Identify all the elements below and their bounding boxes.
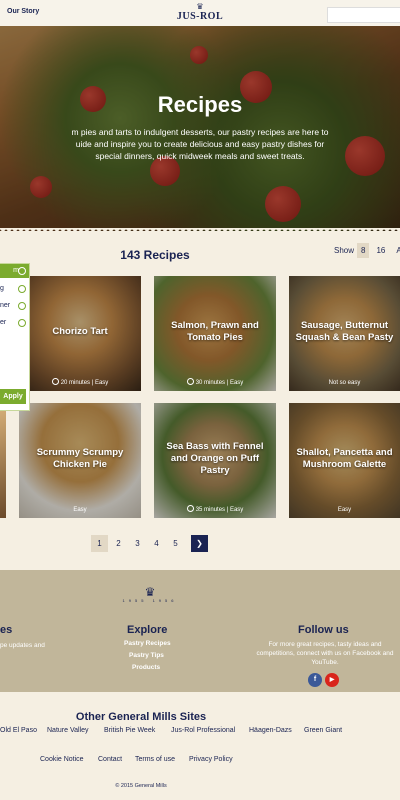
recipe-meta-text: 35 minutes | Easy	[195, 507, 244, 513]
hero-description-line: uide and inspire you to create delicious…	[75, 139, 325, 149]
filter-item-label: g	[0, 285, 4, 292]
hero-description-line: special dinners, quick midweek meals and…	[95, 151, 305, 161]
page-5[interactable]: 5	[167, 535, 184, 552]
radio-circle-icon	[18, 302, 26, 310]
recipe-card[interactable]: Shallot, Pancetta and Mushroom Galette E…	[289, 403, 400, 518]
clock-icon	[186, 378, 194, 385]
footer-link-pastry-tips[interactable]: Pastry Tips	[129, 652, 164, 659]
site-link-green-giant[interactable]: Green Giant	[304, 727, 342, 734]
recipe-title: Shallot, Pancetta and Mushroom Galette	[296, 447, 393, 470]
jusrol-logo[interactable]: ♛ JUS-ROL	[176, 3, 224, 23]
search-input[interactable]	[327, 7, 400, 23]
recipe-meta: Easy	[337, 507, 352, 513]
recipe-meta: 30 minutes | Easy	[154, 378, 276, 386]
recipe-title: Chorizo Tart	[52, 326, 108, 337]
site-link-nature-valley[interactable]: Nature Valley	[47, 727, 89, 734]
filter-item-selected[interactable]: m	[0, 264, 29, 278]
badge-years: 1955 1956	[118, 598, 182, 603]
footer-follow-text-line: competitions, connect with us on Faceboo…	[256, 650, 394, 657]
show-option-16[interactable]: 16	[372, 243, 389, 258]
pagination: 1 2 3 4 5 ❯	[91, 535, 210, 552]
recipe-card[interactable]: Scrummy Scrumpy Chicken Pie Easy	[19, 403, 141, 518]
other-sites-title: Other General Mills Sites	[75, 711, 207, 723]
site-link-jusrol-professional[interactable]: Jus-Rol Professional	[171, 727, 235, 734]
hero-description-line: m pies and tarts to indulgent desserts, …	[71, 127, 329, 137]
site-link-old-el-paso[interactable]: Old El Paso	[0, 727, 37, 734]
footer-follow-text: For more great recipes, tasty ideas and …	[240, 640, 400, 667]
footer-follow-heading: Follow us	[298, 624, 349, 636]
filter-item-label: ner	[0, 302, 11, 309]
recipe-title: Sausage, Butternut Squash & Bean Pasty	[295, 320, 394, 343]
footer-explore-heading: Explore	[127, 624, 168, 636]
filter-item[interactable]: ner	[0, 302, 29, 312]
site-header: Our Story ♛ JUS-ROL	[0, 0, 400, 27]
filter-item-label: er	[0, 319, 7, 326]
youtube-icon[interactable]: ▶	[325, 673, 339, 687]
hero-description: m pies and tarts to indulgent desserts, …	[0, 126, 400, 162]
scallop-divider	[0, 228, 400, 234]
hero-banner: Recipes m pies and tarts to indulgent de…	[0, 26, 400, 231]
show-option-8[interactable]: 8	[357, 243, 370, 258]
recipe-card[interactable]	[0, 403, 6, 518]
recipe-meta-text: 20 minutes | Easy	[60, 380, 109, 386]
page-1[interactable]: 1	[91, 535, 108, 552]
crown-icon: ♛	[144, 585, 156, 599]
copyright-text: © 2015 General Mills	[115, 783, 167, 789]
footer-newsletter-text: pe updates and	[0, 642, 45, 649]
footer-follow-text-line: YouTube.	[311, 659, 339, 666]
apply-filter-button[interactable]: Apply	[0, 389, 26, 404]
recipe-title: Sea Bass with Fennel and Orange on Puff …	[166, 441, 264, 476]
page-4[interactable]: 4	[148, 535, 165, 552]
recipe-title: Salmon, Prawn and Tomato Pies	[171, 320, 259, 343]
privacy-policy-link[interactable]: Privacy Policy	[189, 756, 233, 763]
recipe-card[interactable]: Sausage, Butternut Squash & Bean Pasty N…	[289, 276, 400, 391]
recipe-title: Scrummy Scrumpy Chicken Pie	[36, 447, 124, 470]
recipe-card[interactable]: Salmon, Prawn and Tomato Pies 30 minutes…	[154, 276, 276, 391]
logo-text: JUS-ROL	[176, 11, 224, 22]
cookie-notice-link[interactable]: Cookie Notice	[40, 756, 84, 763]
show-option-all[interactable]: A	[392, 243, 400, 258]
clock-icon	[186, 505, 194, 512]
show-per-page: Show 8 16 A	[334, 243, 400, 258]
site-link-haagen-dazs[interactable]: Häagen-Dazs	[249, 727, 292, 734]
page-3[interactable]: 3	[129, 535, 146, 552]
filter-item[interactable]: er	[0, 319, 29, 329]
page-2[interactable]: 2	[110, 535, 127, 552]
filter-item[interactable]: g	[0, 285, 29, 295]
recipe-meta: 35 minutes | Easy	[154, 505, 276, 513]
facebook-icon[interactable]: f	[308, 673, 322, 687]
badge-year-right: 1956	[152, 598, 178, 603]
chevron-right-icon: ❯	[196, 539, 203, 548]
clock-icon	[51, 378, 59, 385]
crown-icon: ♛	[196, 2, 204, 11]
recipe-card[interactable]: Sea Bass with Fennel and Orange on Puff …	[154, 403, 276, 518]
recipe-meta: Easy	[73, 507, 87, 513]
recipe-meta: 20 minutes | Easy	[19, 378, 141, 386]
site-link-british-pie-week[interactable]: British Pie Week	[104, 727, 155, 734]
recipe-meta: Not so easy	[328, 380, 361, 386]
footer-newsletter-heading: es	[0, 624, 13, 636]
terms-of-use-link[interactable]: Terms of use	[135, 756, 175, 763]
radio-circle-icon	[18, 319, 26, 327]
footer-follow-text-line: For more great recipes, tasty ideas and	[268, 641, 382, 648]
recipe-meta-text: 30 minutes | Easy	[195, 380, 244, 386]
footer-link-products[interactable]: Products	[132, 664, 160, 671]
next-page-button[interactable]: ❯	[191, 535, 208, 552]
page-title: Recipes	[157, 92, 243, 117]
contact-link[interactable]: Contact	[98, 756, 122, 763]
recipe-image	[0, 403, 6, 518]
nav-our-story-link[interactable]: Our Story	[7, 8, 39, 15]
recipe-card[interactable]: Chorizo Tart 20 minutes | Easy	[19, 276, 141, 391]
check-circle-icon	[18, 267, 26, 275]
recipe-count-title: 143 Recipes	[120, 248, 190, 262]
radio-circle-icon	[18, 285, 26, 293]
badge-year-left: 1955	[122, 598, 148, 603]
footer-link-pastry-recipes[interactable]: Pastry Recipes	[124, 640, 171, 647]
show-label: Show	[334, 246, 355, 255]
heritage-badge: ♛ 1955 1956	[118, 586, 182, 608]
